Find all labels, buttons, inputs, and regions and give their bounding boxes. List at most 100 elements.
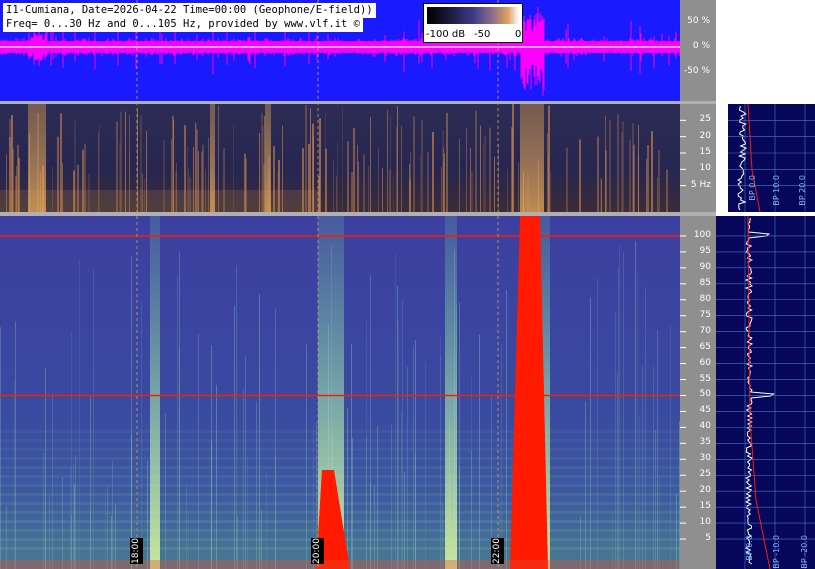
spectrogram-high-streak xyxy=(597,278,598,569)
spectrogram-high-streak xyxy=(501,344,502,569)
freq-tick-label: 70 xyxy=(699,325,711,336)
legend-label-mid: -50 xyxy=(474,29,491,40)
spectrogram-high-streak xyxy=(6,506,7,569)
freq-tick-label-low: 10 xyxy=(699,163,711,174)
spectrogram-low-streak xyxy=(432,131,434,212)
spectrogram-low-streak xyxy=(579,139,581,212)
freq-tick-label: 10 xyxy=(699,517,711,528)
chart-title-line-1: I1-Cumiana, Date=2026-04-22 Time=00:00 (… xyxy=(3,3,376,18)
spectrogram-low-streak xyxy=(353,127,355,212)
spectrogram-high-streak xyxy=(141,301,142,569)
spectrogram-high-streak xyxy=(440,355,441,569)
freq-tick-label: 100 xyxy=(693,229,711,240)
freq-tick-label: 65 xyxy=(699,341,711,352)
freq-tick-label: 75 xyxy=(699,309,711,320)
waveform-right-blank xyxy=(716,0,815,101)
spectrogram-low-streak xyxy=(441,166,442,212)
spectrogram-high-streak xyxy=(186,485,187,569)
freq-tick-label: 50 xyxy=(699,389,711,400)
spectrogram-high-streak xyxy=(590,297,591,569)
spectrogram-low-streak xyxy=(333,160,334,212)
spectrogram-low-streak xyxy=(420,154,421,212)
spectrogram-high-streak xyxy=(198,333,199,569)
spectrogram-low-streak xyxy=(638,155,639,212)
freq-tick-label-low: 15 xyxy=(699,147,711,157)
freq-tick-label: 95 xyxy=(699,245,711,256)
spectrogram-low-streak xyxy=(566,147,568,212)
spectrogram-low-streak xyxy=(470,148,471,212)
spectrogram-low-streak xyxy=(370,116,371,212)
spectrogram-low-streak xyxy=(413,116,415,212)
spectrogram-high-streak xyxy=(245,355,246,569)
spectrogram-high-streak xyxy=(74,484,75,569)
spectrogram-high-streak xyxy=(637,273,638,569)
spectrogram-high-streak xyxy=(70,467,71,569)
spectrogram-bottom-noise xyxy=(0,560,680,569)
spectrogram-low-streak xyxy=(397,105,398,212)
spectrogram-low-streak xyxy=(646,158,647,212)
side-panel-high xyxy=(716,216,815,569)
spectrogram-high-streak xyxy=(90,395,91,569)
spectrogram-low-streak xyxy=(393,175,394,212)
spectrogram-high-streak xyxy=(397,286,398,569)
spectrogram-high-streak xyxy=(635,240,636,569)
spectrogram-low-streak xyxy=(444,153,445,212)
side-bp-label-high: BP 0.0 xyxy=(745,535,754,561)
time-label: 18:00 xyxy=(130,538,143,564)
spectrogram-high-streak xyxy=(306,344,307,569)
spectrogram-low-streak xyxy=(443,147,444,212)
spectrogram-low-streak xyxy=(605,150,607,212)
spectrogram-low-streak xyxy=(368,166,369,212)
spectrogram-high-streak xyxy=(506,289,507,569)
spectrogram-low-streak xyxy=(512,104,514,212)
freq-tick-label: 15 xyxy=(699,501,711,512)
spectrogram-low-streak xyxy=(358,161,359,212)
spectrogram-high-streak xyxy=(402,301,403,569)
spectrogram-high-streak xyxy=(351,343,352,569)
side-bp-label-high: BP -10.0 xyxy=(772,535,781,569)
spectrogram-low-streak xyxy=(363,154,365,212)
spectrogram-high-streak xyxy=(670,325,671,569)
spectrogram-low-streak xyxy=(357,144,358,212)
spectrogram-low-streak xyxy=(547,132,548,212)
freq-tick-label: 45 xyxy=(699,405,711,416)
time-label: 20:00 xyxy=(311,538,324,564)
panel-separator xyxy=(0,101,716,104)
spectrogram-low-streak xyxy=(351,172,353,212)
spectrogram-low-streak xyxy=(466,127,467,212)
spectrogram-high-streak xyxy=(618,267,619,569)
spectrogram-high-streak xyxy=(107,485,108,569)
freq-tick-label-low: 25 xyxy=(699,114,711,125)
spectrogram-low-burst xyxy=(520,104,544,212)
spectrogram-low-streak xyxy=(471,171,473,212)
side-bp-label-high: BP -20.0 xyxy=(800,535,809,569)
spectrogram-low-streak xyxy=(651,131,653,212)
spectrogram-low-streak xyxy=(427,151,429,212)
freq-tick-label: 90 xyxy=(699,261,711,272)
spectrogram-high-streak xyxy=(73,463,74,569)
spectrogram-low-streak xyxy=(421,119,423,212)
spectrogram-high-streak xyxy=(374,485,375,569)
color-scale-legend: -100 dB -50 0 xyxy=(423,3,523,43)
side-bp-label-low: BP 20.0 xyxy=(798,175,807,206)
spectrogram-low-streak xyxy=(489,127,491,212)
spectrogram-low-streak xyxy=(409,179,411,212)
spectrogram-low-streak xyxy=(617,114,619,212)
spectrogram-high-burst xyxy=(445,216,457,569)
legend-label-max: 0 xyxy=(515,29,522,40)
spectrogram-low-streak xyxy=(548,105,550,212)
spectrogram-low-streak xyxy=(484,135,486,212)
spectrogram-high-streak xyxy=(425,361,426,569)
spectrogram-high-streak xyxy=(177,276,178,569)
spectrogram-low-streak xyxy=(498,143,499,212)
spectrogram-high-streak xyxy=(236,265,237,569)
spectrogram-high-streak xyxy=(93,269,94,569)
freq-tick-label: 40 xyxy=(699,421,711,432)
spectrogram-low-streak xyxy=(337,142,338,212)
freq-tick-label-low: 5 Hz xyxy=(690,179,711,190)
spectrogram-low-streak xyxy=(621,131,623,212)
color-scale-bar xyxy=(427,7,519,24)
spectrogram-low-streak xyxy=(507,168,508,212)
side-bp-label-low: BP 10.0 xyxy=(772,175,781,206)
spectrogram-low-streak xyxy=(475,110,477,212)
